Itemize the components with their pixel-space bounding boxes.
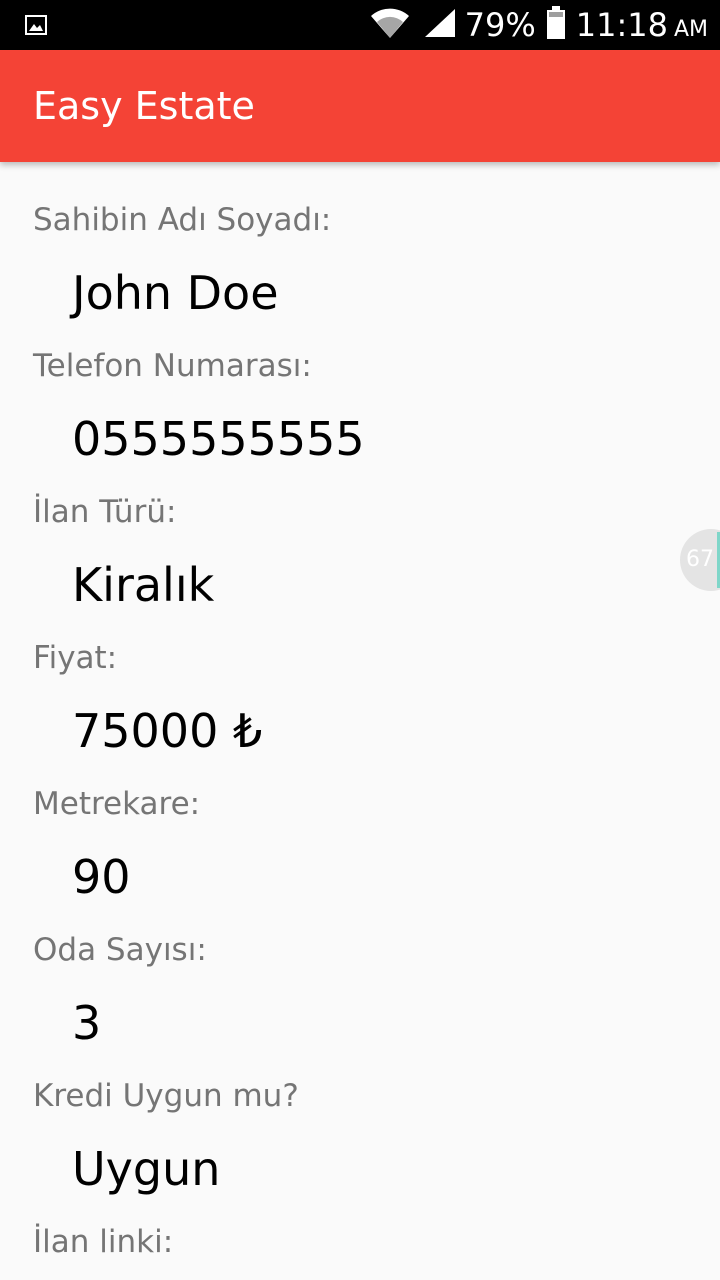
phone-label: Telefon Numarası: — [33, 348, 312, 384]
wifi-icon — [369, 6, 411, 45]
listing-type-value: Kiralık — [72, 558, 215, 612]
clock-ampm: AM — [673, 16, 708, 42]
area-label: Metrekare: — [33, 786, 201, 822]
status-bar: 79% 11:18 AM — [0, 0, 720, 50]
clock-time: 11:18 — [575, 6, 668, 44]
area-value: 90 — [72, 850, 131, 904]
battery-percent: 79% — [464, 6, 536, 44]
cell-signal-icon — [423, 7, 457, 44]
app-title: Easy Estate — [33, 84, 255, 128]
price-label: Fiyat: — [33, 640, 118, 676]
owner-name-label: Sahibin Adı Soyadı: — [33, 202, 332, 238]
image-notification-icon — [24, 13, 48, 37]
room-count-label: Oda Sayısı: — [33, 932, 207, 968]
price-value: 75000 ₺ — [72, 704, 263, 758]
listing-details[interactable]: Sahibin Adı Soyadı: John Doe Telefon Num… — [0, 162, 720, 1280]
floating-badge-text: 67 — [686, 547, 714, 572]
app-bar: Easy Estate — [0, 50, 720, 162]
credit-eligible-label: Kredi Uygun mu? — [33, 1078, 299, 1114]
listing-link-label: İlan linki: — [33, 1224, 174, 1260]
listing-type-label: İlan Türü: — [33, 494, 177, 530]
phone-value: 0555555555 — [72, 412, 365, 466]
room-count-value: 3 — [72, 996, 102, 1050]
credit-eligible-value: Uygun — [72, 1142, 221, 1196]
battery-icon — [546, 5, 566, 45]
owner-name-value: John Doe — [72, 266, 279, 320]
